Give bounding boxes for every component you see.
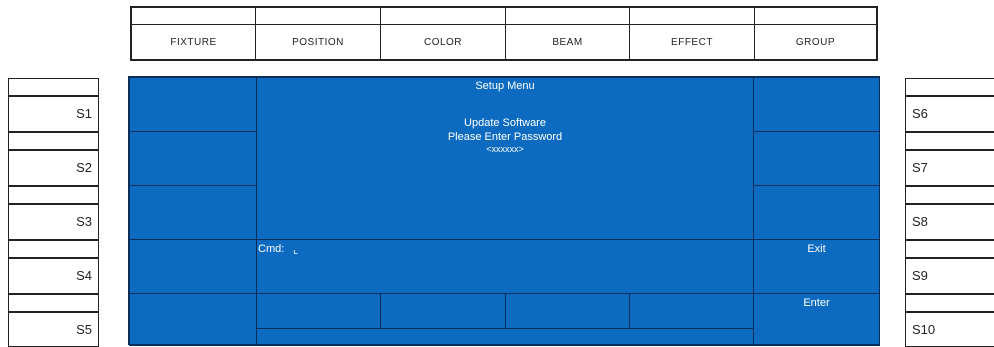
display-cell-s7[interactable] [753,131,880,186]
tab-fixture-label: FIXTURE [170,37,217,48]
softkey-s8-label: S8 [912,214,928,229]
softkey-s3[interactable]: S3 [8,186,99,240]
softkey-s4[interactable]: S4 [8,240,99,294]
softkey-s6[interactable]: S6 [905,78,994,132]
command-line[interactable]: Cmd: ⌞ [256,239,754,294]
message-area: Setup Menu Update Software Please Enter … [256,77,754,240]
tab-header-strip [132,8,255,25]
tab-effect[interactable]: EFFECT [630,8,755,59]
menu-title: Setup Menu [475,80,535,92]
softkey-s6-label: S6 [912,106,928,121]
tab-position[interactable]: POSITION [256,8,381,59]
softkey-s7-label: S7 [912,160,928,175]
softkey-s5-label: S5 [76,322,92,337]
function-tab-bar: FIXTURE POSITION COLOR BEAM EFFECT GROUP [130,6,878,61]
tab-color-label: COLOR [423,37,463,48]
tab-group-label: GROUP [795,37,836,48]
display-cell-s6[interactable] [753,77,880,132]
tab-effect-label: EFFECT [671,37,713,48]
softkey-s4-label: S4 [76,268,92,283]
tab-header-strip [506,8,629,25]
softkey-s7[interactable]: S7 [905,132,994,186]
setup-display: Exit Enter Setup Menu Update Software Pl… [128,76,880,346]
display-cell-s8[interactable] [753,185,880,240]
status-strip [256,328,754,346]
softkey-header [9,187,98,205]
softkey-header [9,241,98,259]
softkey-s1-label: S1 [76,106,92,121]
tab-color[interactable]: COLOR [381,8,506,59]
message-line-2: Please Enter Password [447,131,563,143]
softkey-header [9,133,98,151]
display-cell-s3[interactable] [129,185,257,240]
softkey-header [906,133,994,151]
tab-beam-label: BEAM [552,37,583,48]
tab-header-strip [256,8,380,25]
function-cell-3[interactable] [505,293,630,329]
softkey-header [9,295,98,313]
softkey-header [906,295,994,313]
display-cell-s5[interactable] [129,293,257,346]
softkey-header [9,79,98,97]
softkey-s9[interactable]: S9 [905,240,994,294]
softkey-s3-label: S3 [76,214,92,229]
exit-label: Exit [807,243,826,255]
tab-header-strip [381,8,505,25]
softkey-s10[interactable]: S10 [905,294,994,347]
cmd-label: Cmd: [258,243,285,255]
function-cell-1[interactable] [256,293,381,329]
display-cell-s4[interactable] [129,239,257,294]
display-cell-s2[interactable] [129,131,257,186]
softkey-header [906,79,994,97]
softkey-header [906,241,994,259]
display-cell-s1[interactable] [129,77,257,132]
enter-label: Enter [803,297,830,309]
tab-position-label: POSITION [292,37,344,48]
tab-group[interactable]: GROUP [755,8,876,59]
function-cell-2[interactable] [380,293,506,329]
softkey-s10-label: S10 [912,322,936,337]
message-line-1: Update Software [464,117,546,129]
softkey-header [906,187,994,205]
enter-button[interactable]: Enter [753,293,880,346]
tab-beam[interactable]: BEAM [506,8,630,59]
softkey-s8[interactable]: S8 [905,186,994,240]
tab-header-strip [755,8,876,25]
cursor-icon: ⌞ [293,244,299,256]
exit-button[interactable]: Exit [753,239,880,294]
password-field[interactable]: <xxxxxx> [257,144,753,154]
function-cell-4[interactable] [629,293,754,329]
softkey-s2[interactable]: S2 [8,132,99,186]
softkey-s1[interactable]: S1 [8,78,99,132]
softkey-s2-label: S2 [76,160,92,175]
tab-fixture[interactable]: FIXTURE [132,8,256,59]
softkey-s9-label: S9 [912,268,928,283]
tab-header-strip [630,8,754,25]
softkey-s5[interactable]: S5 [8,294,99,347]
